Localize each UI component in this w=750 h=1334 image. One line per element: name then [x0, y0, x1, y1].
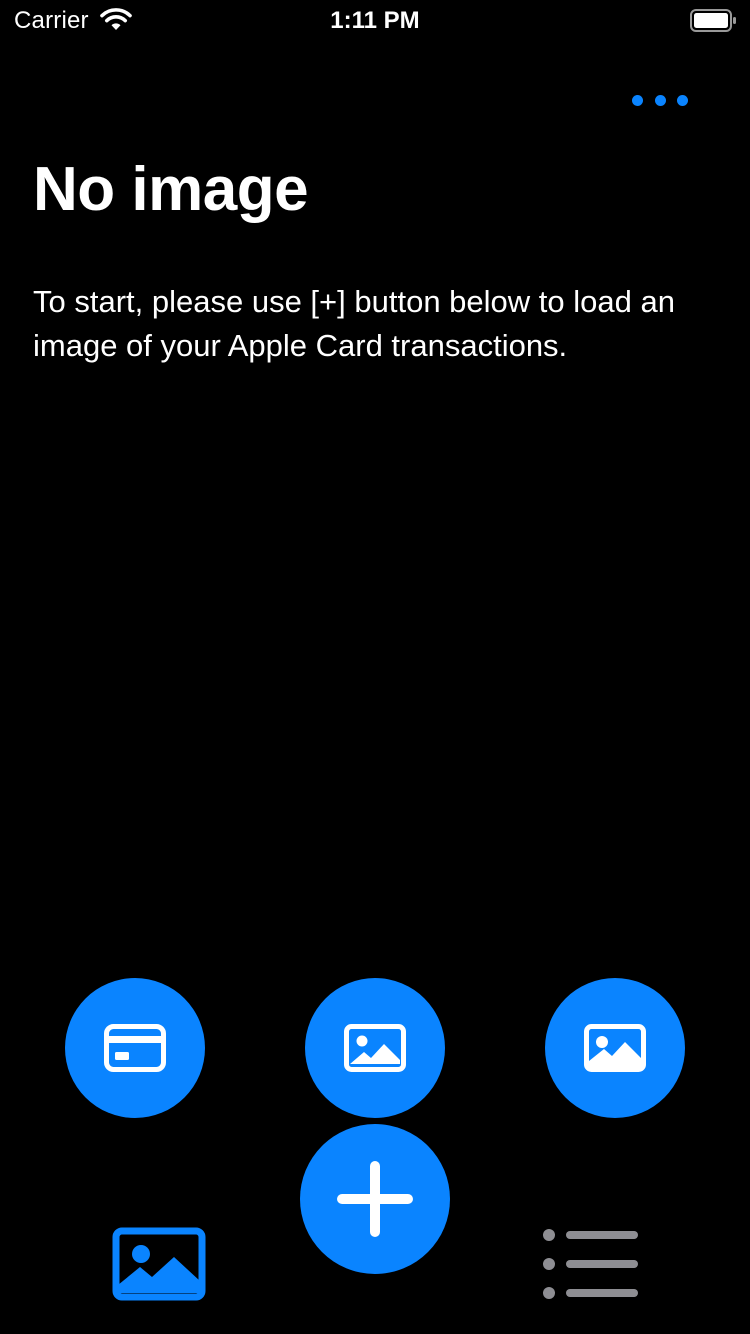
plus-icon — [337, 1161, 413, 1237]
ellipsis-icon — [677, 94, 688, 106]
battery-icon — [690, 9, 736, 32]
image-button[interactable] — [545, 978, 685, 1118]
status-time: 1:11 PM — [330, 7, 420, 34]
tab-list-icon[interactable] — [540, 1226, 640, 1302]
ellipsis-icon — [654, 94, 666, 106]
credit-card-button[interactable] — [65, 978, 205, 1118]
ellipsis-icon — [632, 94, 643, 106]
tab-photo-icon[interactable] — [112, 1227, 206, 1301]
status-bar: Carrier 1:11 PM — [0, 0, 750, 40]
add-button[interactable] — [300, 1124, 450, 1274]
credit-card-icon — [104, 1024, 166, 1072]
instructions-text: To start, please use [+] button below to… — [33, 284, 675, 363]
photo-library-button[interactable] — [305, 978, 445, 1118]
photo-filled-icon — [584, 1024, 646, 1072]
more-options-button[interactable] — [626, 86, 694, 114]
photo-icon — [344, 1024, 406, 1072]
page-title: No image — [33, 155, 309, 224]
